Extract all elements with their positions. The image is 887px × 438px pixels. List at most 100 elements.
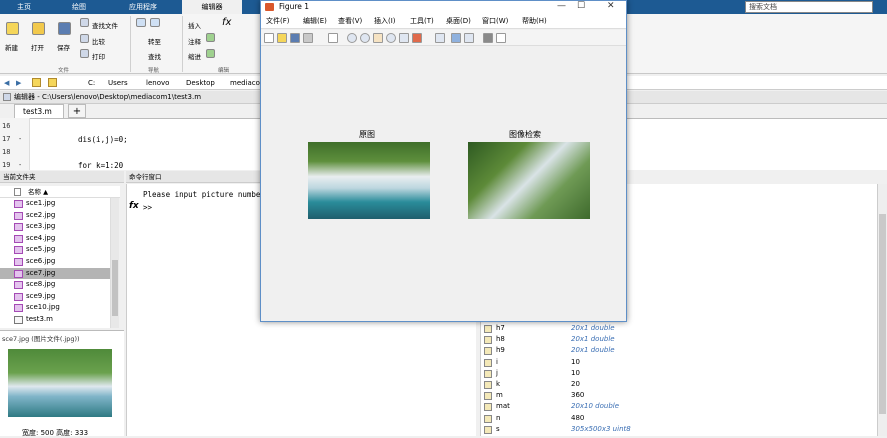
close-button[interactable]: ✕ — [607, 1, 615, 11]
table-row[interactable]: j 10 — [481, 368, 871, 379]
link-plot-icon[interactable] — [435, 33, 445, 43]
minimize-button[interactable]: — — [557, 1, 566, 11]
forward-arrow-icon[interactable] — [150, 18, 160, 27]
new-button[interactable]: 新建 — [5, 42, 18, 52]
folder-column-header[interactable]: 名称 ▲ — [0, 186, 120, 198]
find-files-button[interactable]: 查找文件 — [92, 20, 118, 30]
figure-window[interactable]: Figure 1 — ☐ ✕ 文件(F) 编辑(E) 查看(V) 插入(I) 工… — [260, 0, 627, 322]
breakpoint-marker[interactable]: - — [18, 161, 44, 169]
show-plot-tools-icon[interactable] — [496, 33, 506, 43]
open-folder-icon[interactable] — [32, 22, 45, 35]
zoom-in-icon[interactable] — [347, 33, 357, 43]
legend-icon[interactable] — [464, 33, 474, 43]
brush-icon[interactable] — [412, 33, 422, 43]
table-row[interactable]: m 360 — [481, 390, 871, 401]
open-file-icon[interactable] — [277, 33, 287, 43]
comment-button[interactable]: 注释 — [188, 36, 201, 46]
variable-icon — [484, 369, 492, 378]
search-docs-input[interactable]: 搜索文档 — [745, 1, 873, 13]
list-item[interactable]: sce9.jpg — [0, 291, 110, 303]
save-button[interactable]: 保存 — [57, 42, 70, 52]
save-figure-icon[interactable] — [290, 33, 300, 43]
search-icon[interactable]: ⌕ — [862, 2, 866, 12]
table-row[interactable]: mat 20x10 double — [481, 401, 871, 412]
fx-icon[interactable]: fx — [222, 17, 231, 28]
tab-apps[interactable]: 应用程序 — [110, 0, 176, 14]
hide-plot-tools-icon[interactable] — [483, 33, 493, 43]
goto-button[interactable]: 转至 — [148, 36, 161, 46]
list-item[interactable]: sce4.jpg — [0, 233, 110, 245]
maximize-button[interactable]: ☐ — [577, 1, 585, 11]
breakpoint-marker[interactable]: - — [18, 135, 44, 143]
menu-insert[interactable]: 插入(I) — [374, 15, 396, 27]
group-label-edit: 编辑 — [218, 68, 230, 74]
menu-edit[interactable]: 编辑(E) — [303, 15, 327, 27]
compare-button[interactable]: 比较 — [92, 36, 105, 46]
list-item[interactable]: sce7.jpg — [0, 267, 110, 280]
list-item[interactable]: sce5.jpg — [0, 244, 110, 256]
indent-icon[interactable] — [206, 49, 215, 58]
fx-icon[interactable]: fx — [129, 201, 139, 211]
file-list-scrollbar[interactable] — [110, 198, 119, 328]
insert-button[interactable]: 插入 — [188, 20, 201, 30]
code-line[interactable]: for k=1:20 — [78, 161, 123, 170]
back-icon[interactable]: ◀ — [4, 76, 9, 90]
colorbar-icon[interactable] — [451, 33, 461, 43]
tab-test3[interactable]: test3.m — [14, 104, 64, 118]
menu-file[interactable]: 文件(F) — [266, 15, 290, 27]
new-file-icon[interactable] — [6, 22, 19, 35]
menu-view[interactable]: 查看(V) — [338, 15, 362, 27]
pan-hand-icon[interactable] — [373, 33, 383, 43]
menu-tools[interactable]: 工具(T) — [410, 15, 434, 27]
add-tab-button[interactable]: + — [68, 104, 86, 118]
open-button[interactable]: 打开 — [31, 42, 44, 52]
print-icon — [80, 49, 89, 58]
name-column-header[interactable]: 名称 ▲ — [28, 186, 48, 198]
path-segment[interactable]: Users — [108, 76, 128, 90]
tab-editor[interactable]: 编辑器 — [182, 0, 242, 14]
table-row[interactable]: n 480 — [481, 413, 871, 424]
line-number: 18 — [2, 148, 11, 156]
table-row[interactable]: h8 20x1 double — [481, 334, 871, 345]
path-segment[interactable]: Desktop — [186, 76, 215, 90]
edit-plot-arrow-icon[interactable] — [328, 33, 338, 43]
print-figure-icon[interactable] — [303, 33, 313, 43]
list-item[interactable]: sce8.jpg — [0, 279, 110, 291]
table-row[interactable]: h7 20x1 double — [481, 323, 871, 334]
zoom-out-icon[interactable] — [360, 33, 370, 43]
tab-home[interactable]: 主页 — [0, 0, 48, 14]
new-figure-icon[interactable] — [264, 33, 274, 43]
table-row[interactable]: s 305x500x3 uint8 — [481, 424, 871, 435]
list-item[interactable]: sce3.jpg — [0, 221, 110, 233]
print-button[interactable]: 打印 — [92, 51, 105, 61]
menu-window[interactable]: 窗口(W) — [482, 15, 508, 27]
code-line[interactable]: dis(i,j)=0; — [78, 135, 128, 144]
workspace-scrollbar[interactable] — [877, 184, 887, 436]
list-item[interactable]: test3.m — [0, 314, 110, 326]
path-segment[interactable]: lenovo — [146, 76, 169, 90]
save-icon[interactable] — [58, 22, 71, 35]
scrollbar-thumb[interactable] — [879, 214, 886, 414]
table-row[interactable]: i 10 — [481, 357, 871, 368]
menu-desktop[interactable]: 桌面(D) — [446, 15, 471, 27]
comment-icon[interactable] — [206, 33, 215, 42]
scrollbar-thumb[interactable] — [112, 260, 118, 316]
command-prompt[interactable]: >> — [143, 203, 152, 212]
menu-help[interactable]: 帮助(H) — [522, 15, 547, 27]
find-button[interactable]: 查找 — [148, 51, 161, 61]
path-segment[interactable]: C: — [88, 76, 95, 90]
tab-plots[interactable]: 绘图 — [52, 0, 106, 14]
list-item[interactable]: sce10.jpg — [0, 302, 110, 314]
list-item[interactable]: sce6.jpg — [0, 256, 110, 268]
list-item[interactable]: sce1.jpg — [0, 198, 110, 210]
rotate-3d-icon[interactable] — [386, 33, 396, 43]
list-item[interactable]: sce2.jpg — [0, 210, 110, 222]
folder-up-icon[interactable] — [48, 78, 57, 87]
forward-icon[interactable]: ▶ — [16, 76, 21, 90]
path-segment[interactable]: mediaco — [230, 76, 260, 90]
data-cursor-icon[interactable] — [399, 33, 409, 43]
back-arrow-icon[interactable] — [136, 18, 146, 27]
table-row[interactable]: k 20 — [481, 379, 871, 390]
indent-button[interactable]: 缩进 — [188, 51, 201, 61]
table-row[interactable]: h9 20x1 double — [481, 345, 871, 356]
